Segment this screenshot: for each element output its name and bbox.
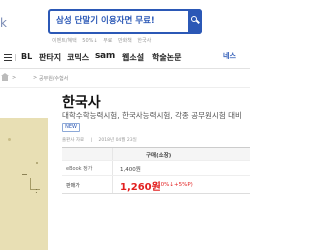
search-button[interactable] bbox=[188, 9, 202, 34]
product-subtitle: 대학수학능력시험, 한국사능력시험, 각종 공무원시험 대비 bbox=[62, 111, 242, 120]
home-icon[interactable] bbox=[1, 73, 9, 81]
meta-separator: | bbox=[90, 138, 93, 143]
menu-icon[interactable] bbox=[4, 54, 12, 61]
category-webnovel[interactable]: 웹소설 bbox=[122, 52, 144, 63]
category-fantasy[interactable]: 판타지 bbox=[39, 52, 61, 63]
logo[interactable]: k bbox=[0, 16, 7, 30]
publish-date: 2018년 04월 23일 bbox=[98, 138, 137, 143]
sale-discount: (10%↓+5%P) bbox=[155, 182, 193, 188]
ebook-price: 1,400원 bbox=[120, 167, 141, 173]
category-bar: BL 판타지 코믹스 sam 웹소설 학술논문 네스 bbox=[0, 48, 250, 68]
divider bbox=[0, 87, 250, 88]
column-header: 구매(소장) bbox=[146, 153, 172, 159]
subnav-item[interactable]: 한국사 bbox=[137, 38, 151, 44]
price-row-ebook: eBook 정가 1,400원 bbox=[62, 161, 250, 176]
price-table: 구매(소장) eBook 정가 1,400원 판매가 1,260원 (10%↓+… bbox=[62, 147, 250, 194]
ebook-price-label: eBook 정가 bbox=[66, 166, 93, 172]
breadcrumb-separator: > bbox=[12, 75, 17, 81]
product-title: 한국사 bbox=[62, 95, 101, 111]
sale-price-label: 판매가 bbox=[66, 183, 80, 189]
book-cover[interactable]: : bbox=[0, 118, 48, 250]
search-input[interactable]: 삼성 단말기 이용자면 무료! bbox=[48, 9, 202, 34]
breadcrumb-item[interactable]: 공무원/수험서 bbox=[39, 75, 68, 82]
category-comics[interactable]: 코믹스 bbox=[67, 52, 89, 63]
category-academic[interactable]: 학술논문 bbox=[152, 52, 181, 63]
subnav-item[interactable]: 이벤트/혜택 bbox=[52, 38, 77, 44]
price-table-header: 구매(소장) bbox=[62, 147, 250, 161]
subnav-item[interactable]: 만화책 bbox=[118, 38, 132, 44]
subnav-item[interactable]: 50%↓ bbox=[82, 38, 97, 44]
new-badge: NEW bbox=[62, 123, 80, 132]
product-meta: 출판사 자료 | 2018년 04월 23일 bbox=[62, 137, 142, 143]
subnav-item[interactable]: 무료 bbox=[103, 38, 112, 44]
breadcrumb: > > 공무원/수험서 bbox=[0, 73, 250, 86]
sub-navigation: 이벤트/혜택 50%↓ 무료 만화책 한국사 bbox=[52, 37, 155, 44]
breadcrumb-separator: > bbox=[33, 75, 38, 81]
publisher-info[interactable]: 출판사 자료 bbox=[62, 138, 84, 143]
divider bbox=[0, 68, 250, 69]
product-page: { "header": { "logo_fragment": "k", "sea… bbox=[0, 0, 250, 250]
category-bl[interactable]: BL bbox=[21, 52, 32, 61]
category-sam[interactable]: sam bbox=[95, 51, 115, 61]
right-link[interactable]: 네스 bbox=[223, 51, 236, 61]
search-placeholder: 삼성 단말기 이용자면 무료! bbox=[56, 16, 155, 26]
price-row-sale: 판매가 1,260원 (10%↓+5%P) bbox=[62, 176, 250, 194]
